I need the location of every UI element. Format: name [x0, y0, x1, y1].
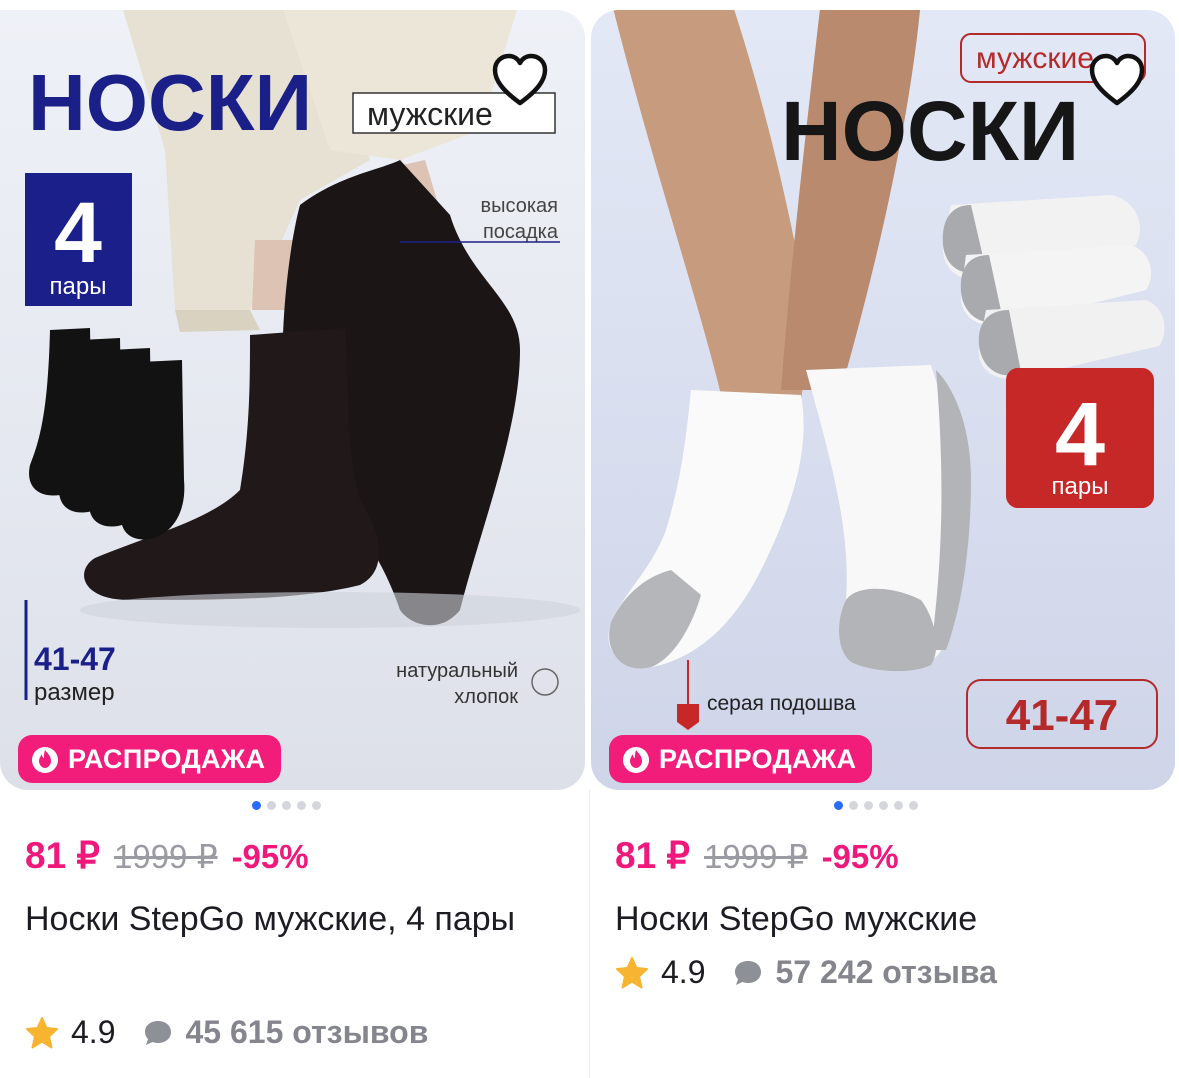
- product-title[interactable]: Носки StepGo мужские, 4 пары: [25, 888, 565, 950]
- product-grid: НОСКИ мужские 4 пары высокая посадка 41-…: [0, 0, 1179, 1078]
- carousel-dot[interactable]: [282, 801, 291, 810]
- product-photo: НОСКИ мужские 4 пары высокая посадка 41-…: [24, 10, 580, 708]
- svg-text:размер: размер: [34, 679, 115, 706]
- favorite-heart-icon[interactable]: [1087, 52, 1147, 108]
- carousel-dot[interactable]: [909, 801, 918, 810]
- star-icon: [26, 1016, 58, 1048]
- svg-text:высокая: высокая: [481, 195, 559, 217]
- svg-text:пары: пары: [50, 273, 107, 300]
- discount: -95%: [231, 838, 309, 875]
- price-row: 81 ₽ 1999 ₽ -95%: [25, 834, 309, 877]
- current-price: 81 ₽: [615, 835, 690, 876]
- favorite-heart-icon[interactable]: [490, 52, 550, 108]
- product-title[interactable]: Носки StepGo мужские: [615, 888, 1155, 950]
- svg-text:пары: пары: [1052, 473, 1109, 500]
- product-image[interactable]: НОСКИ мужские 4 пары высокая посадка 41-…: [0, 10, 585, 790]
- carousel-dot[interactable]: [267, 801, 276, 810]
- product-card[interactable]: НОСКИ мужские 4 пары высокая посадка 41-…: [0, 0, 589, 1078]
- sale-badge: РАСПРОДАЖА: [18, 735, 282, 783]
- svg-text:мужские: мужские: [976, 42, 1094, 75]
- svg-text:серая подошва: серая подошва: [707, 692, 856, 715]
- svg-text:натуральный: натуральный: [396, 660, 518, 682]
- tag-text: мужские: [367, 96, 493, 132]
- carousel-dot[interactable]: [864, 801, 873, 810]
- carousel-dot[interactable]: [849, 801, 858, 810]
- old-price: 1999 ₽: [703, 838, 808, 875]
- headline-text: НОСКИ: [781, 84, 1079, 178]
- sale-badge: РАСПРОДАЖА: [609, 735, 873, 783]
- fire-icon: [623, 747, 649, 773]
- rating-row[interactable]: 4.9 45 615 отзывов: [25, 1014, 428, 1051]
- rating-row[interactable]: 4.9 57 242 отзыва: [615, 954, 997, 991]
- star-icon: [616, 956, 648, 988]
- product-card[interactable]: мужские НОСКИ 4 пары серая подошва 41-47: [590, 0, 1179, 1078]
- carousel-dots[interactable]: [252, 801, 321, 810]
- carousel-dots[interactable]: [834, 801, 918, 810]
- current-price: 81 ₽: [25, 835, 100, 876]
- svg-text:41-47: 41-47: [1006, 691, 1119, 740]
- headline-text: НОСКИ: [28, 58, 312, 147]
- rating-score: 4.9: [661, 954, 706, 990]
- carousel-dot[interactable]: [879, 801, 888, 810]
- chat-bubble-icon: [735, 960, 762, 985]
- old-price: 1999 ₽: [113, 838, 218, 875]
- svg-text:4: 4: [54, 185, 102, 281]
- price-row: 81 ₽ 1999 ₽ -95%: [615, 834, 899, 877]
- carousel-dot[interactable]: [297, 801, 306, 810]
- svg-text:посадка: посадка: [483, 221, 559, 243]
- sale-label: РАСПРОДАЖА: [659, 743, 857, 774]
- sale-label: РАСПРОДАЖА: [68, 743, 266, 774]
- chat-bubble-icon: [145, 1020, 172, 1045]
- product-photo: мужские НОСКИ 4 пары серая подошва 41-47: [608, 10, 1165, 749]
- svg-text:хлопок: хлопок: [454, 686, 518, 708]
- rating-score: 4.9: [71, 1014, 116, 1050]
- svg-text:4: 4: [1055, 385, 1105, 485]
- fire-icon: [32, 747, 58, 773]
- carousel-dot[interactable]: [312, 801, 321, 810]
- carousel-dot[interactable]: [834, 801, 843, 810]
- carousel-dot[interactable]: [252, 801, 261, 810]
- carousel-dot[interactable]: [894, 801, 903, 810]
- reviews-count: 57 242 отзыва: [775, 954, 997, 990]
- product-image[interactable]: мужские НОСКИ 4 пары серая подошва 41-47: [591, 10, 1175, 790]
- discount: -95%: [821, 838, 899, 875]
- reviews-count: 45 615 отзывов: [185, 1014, 429, 1050]
- svg-text:41-47: 41-47: [34, 641, 116, 677]
